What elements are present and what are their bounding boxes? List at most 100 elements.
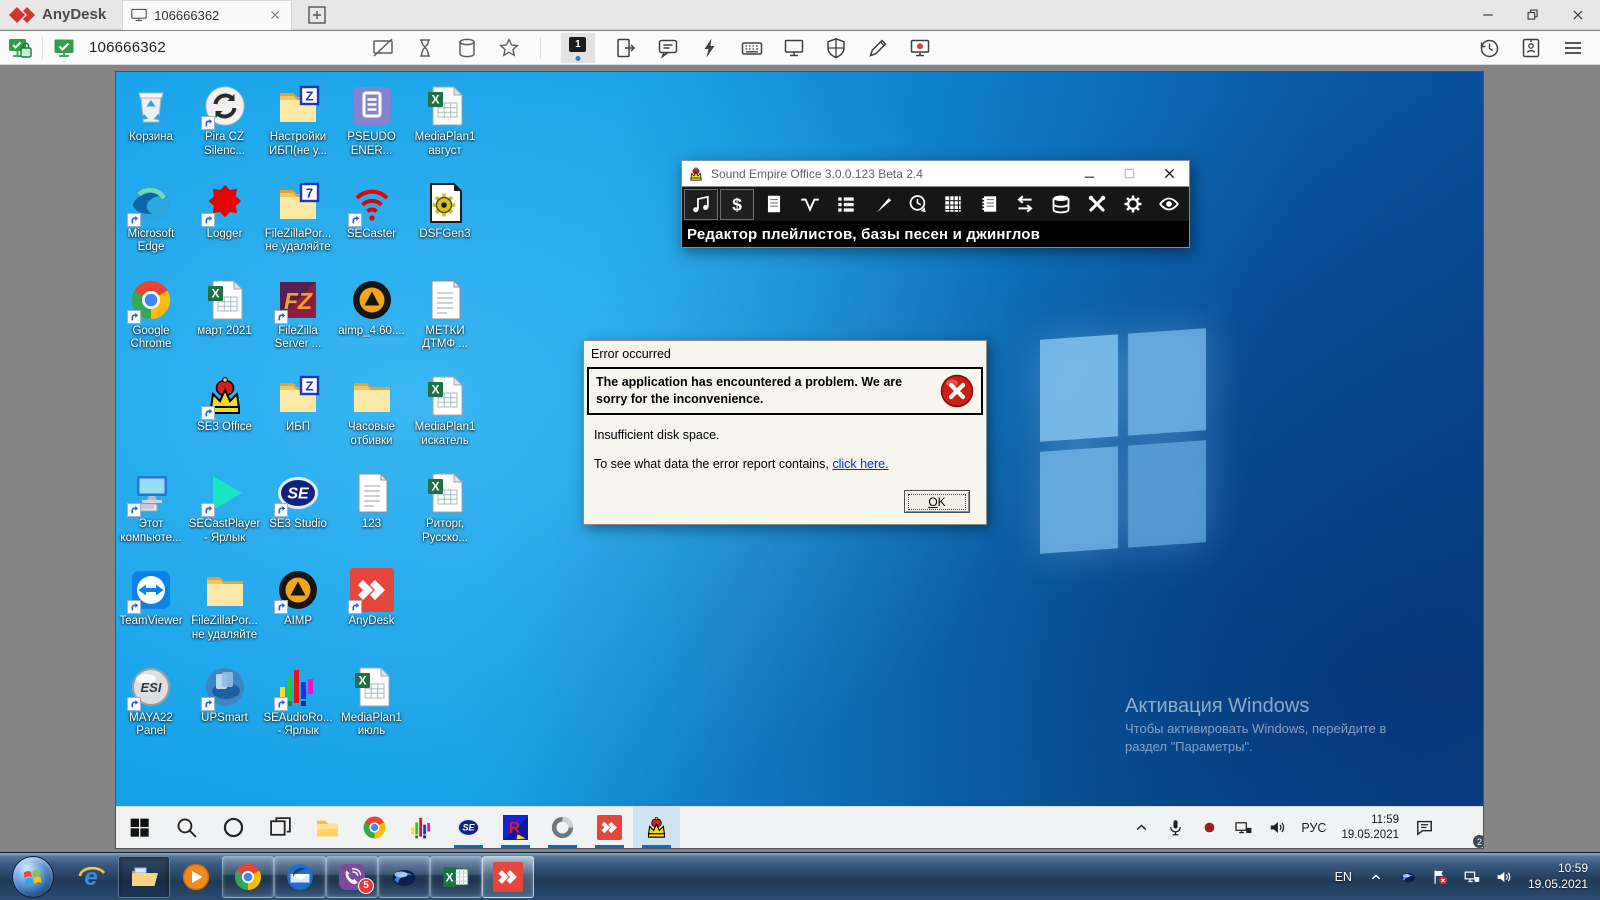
desktop-icon-se3-studio[interactable]: SESE3 Studio	[262, 471, 334, 532]
session-tab[interactable]: 106666362	[122, 0, 292, 30]
display-icon[interactable]	[781, 36, 807, 60]
desktop-icon-se3-office[interactable]: SE3 Office	[189, 374, 261, 435]
taskbar-search-button[interactable]	[163, 807, 210, 848]
taskbar-task-view-button[interactable]	[257, 807, 304, 848]
desktop-icon-mart-2021[interactable]: Xмарт 2021	[189, 278, 261, 339]
volume-icon[interactable]	[1265, 816, 1289, 840]
se-maximize-button[interactable]	[1109, 161, 1149, 186]
action-center-icon[interactable]	[1412, 816, 1436, 840]
se-minimize-button[interactable]	[1069, 161, 1109, 186]
tab-close-icon[interactable]	[267, 8, 283, 22]
host-volume-icon[interactable]	[1493, 866, 1515, 888]
monitor-select-button[interactable]: 1	[561, 33, 595, 63]
actions-icon[interactable]	[697, 36, 723, 60]
desktop-icon-ritorg-russko[interactable]: XРиторг, Русско...	[409, 471, 481, 545]
eye-tool-icon[interactable]	[1151, 189, 1187, 220]
new-tab-button[interactable]	[306, 4, 328, 26]
network-icon[interactable]	[1231, 816, 1255, 840]
swap-tool-icon[interactable]	[1007, 189, 1043, 220]
address-book-icon[interactable]	[1518, 36, 1544, 60]
se-close-button[interactable]	[1149, 161, 1189, 186]
desktop-icon-seaudiorouter[interactable]: SEAudioRo... - Ярлык	[262, 665, 334, 739]
whiteboard-icon[interactable]	[865, 36, 891, 60]
list-tool-icon[interactable]	[828, 189, 864, 220]
host-taskbar-anydesk[interactable]	[482, 856, 534, 898]
grid-tool-icon[interactable]	[935, 189, 971, 220]
sound-empire-titlebar[interactable]: Sound Empire Office 3.0.0.123 Beta 2.4	[682, 161, 1189, 186]
desktop-icon-anydesk-shortcut[interactable]: AnyDesk	[336, 568, 408, 629]
taskbar-start-button[interactable]	[116, 807, 163, 848]
desktop-icon-secaster[interactable]: SECaster	[336, 181, 408, 242]
clockarr-tool-icon[interactable]	[900, 189, 936, 220]
desktop-icon-logger[interactable]: Logger	[189, 181, 261, 242]
host-network-icon[interactable]	[1461, 866, 1483, 888]
ok-button[interactable]: OK	[904, 490, 970, 513]
taskbar-seaudiorouter[interactable]	[398, 807, 445, 848]
desktop-icon-filezilla-portable-folder[interactable]: 7FileZillaPor... не удаляйте	[262, 181, 334, 255]
desktop-icon-filezilla-portable-folder-2[interactable]: FileZillaPor... не удаляйте	[189, 568, 261, 642]
menu-icon[interactable]	[1560, 36, 1586, 60]
show-hidden-icons[interactable]	[1129, 816, 1153, 840]
host-taskbar-internet-explorer[interactable]: e	[66, 856, 118, 898]
start-button[interactable]	[12, 856, 54, 898]
microphone-icon[interactable]	[1163, 816, 1187, 840]
desktop-icon-mediaplan-avgust[interactable]: XMediaPlan1 август	[409, 84, 481, 158]
privacy-screen-icon[interactable]	[370, 36, 396, 60]
desktop-icon-doc-123[interactable]: 123	[336, 471, 408, 532]
desktop-icon-filezilla-server[interactable]: FZFileZilla Server ...	[262, 278, 334, 352]
taskbar-file-explorer[interactable]	[304, 807, 351, 848]
desktop-icon-secastplayer[interactable]: SECastPlayer - Ярлык	[189, 471, 261, 545]
click-here-link[interactable]: click here.	[832, 457, 888, 471]
database-tool-icon[interactable]	[1043, 189, 1079, 220]
desktop-icon-chasovye-otbivki-folder[interactable]: Часовые отбивки	[336, 374, 408, 448]
favorite-icon[interactable]	[496, 36, 522, 60]
chat-icon[interactable]	[655, 36, 681, 60]
desktop-icon-pseudo-ener[interactable]: PSEUDO ENER...	[336, 84, 408, 158]
host-language-indicator[interactable]: EN	[1335, 870, 1352, 884]
host-taskbar-blue-app[interactable]	[378, 856, 430, 898]
taskbar-anydesk[interactable]	[586, 807, 633, 848]
host-taskbar-windows-explorer[interactable]	[118, 856, 170, 898]
music-tool-icon[interactable]	[684, 189, 718, 220]
host-show-hidden-icons[interactable]	[1365, 866, 1387, 888]
taskbar-r-app[interactable]: R	[492, 807, 539, 848]
taskbar-se3-studio[interactable]: SE	[445, 807, 492, 848]
host-taskbar-media-player[interactable]	[170, 856, 222, 898]
dollar-tool-icon[interactable]: $	[720, 189, 754, 220]
desktop-icon-aimp[interactable]: AIMP	[262, 568, 334, 629]
file-transfer-icon[interactable]	[613, 36, 639, 60]
desktop-icon-ibp-folder[interactable]: ZИБП	[262, 374, 334, 435]
taskbar-sound-empire-office[interactable]	[633, 807, 680, 848]
tools-tool-icon[interactable]	[1079, 189, 1115, 220]
desktop-icon-this-pc[interactable]: Этот компьюте...	[116, 471, 187, 545]
history-icon[interactable]	[1476, 36, 1502, 60]
keyboard-icon[interactable]	[739, 36, 765, 60]
desktop-icon-maya22-panel[interactable]: ESIMAYA22 Panel	[116, 665, 187, 739]
host-taskbar-viber[interactable]: 5	[326, 856, 378, 898]
host-taskbar-thunderbird[interactable]	[274, 856, 326, 898]
taskbar-cortana-button[interactable]	[210, 807, 257, 848]
desktop-icon-teamviewer[interactable]: TeamViewer	[116, 568, 187, 629]
brush-tool-icon[interactable]	[864, 189, 900, 220]
language-indicator[interactable]: РУС	[1301, 821, 1326, 835]
restore-button[interactable]	[1510, 0, 1555, 30]
desktop-icon-nastroyki-ibp-folder[interactable]: ZНастройки ИБП(не у...	[262, 84, 334, 158]
wave-tool-icon[interactable]	[792, 189, 828, 220]
desktop-icon-metki-dtmf[interactable]: МЕТКИ ДТМФ ...	[409, 278, 481, 352]
desktop-icon-google-chrome[interactable]: Google Chrome	[116, 278, 187, 352]
desktop-icon-upsmart[interactable]: UPSmart	[189, 665, 261, 726]
host-taskbar-excel[interactable]: X	[430, 856, 482, 898]
close-button[interactable]	[1555, 0, 1600, 30]
recording-dot-icon[interactable]	[1197, 816, 1221, 840]
desktop-icon-microsoft-edge[interactable]: Microsoft Edge	[116, 181, 187, 255]
desktop-icon-mediaplan-iskatel[interactable]: XMediaPlan1 искатель	[409, 374, 481, 448]
taskbar-logger-app[interactable]	[539, 807, 586, 848]
action-center-flag-icon[interactable]	[1429, 866, 1451, 888]
minimize-button[interactable]	[1465, 0, 1510, 30]
notebook-tool-icon[interactable]	[971, 189, 1007, 220]
desktop-icon-dsfgen3[interactable]: DSFGen3	[409, 181, 481, 242]
record-icon[interactable]	[907, 36, 933, 60]
permissions-icon[interactable]	[823, 36, 849, 60]
desktop-icon-recycle-bin[interactable]: Корзина	[116, 84, 187, 145]
desktop-icon-mediaplan-iyul[interactable]: XMediaPlan1 июль	[336, 665, 408, 739]
